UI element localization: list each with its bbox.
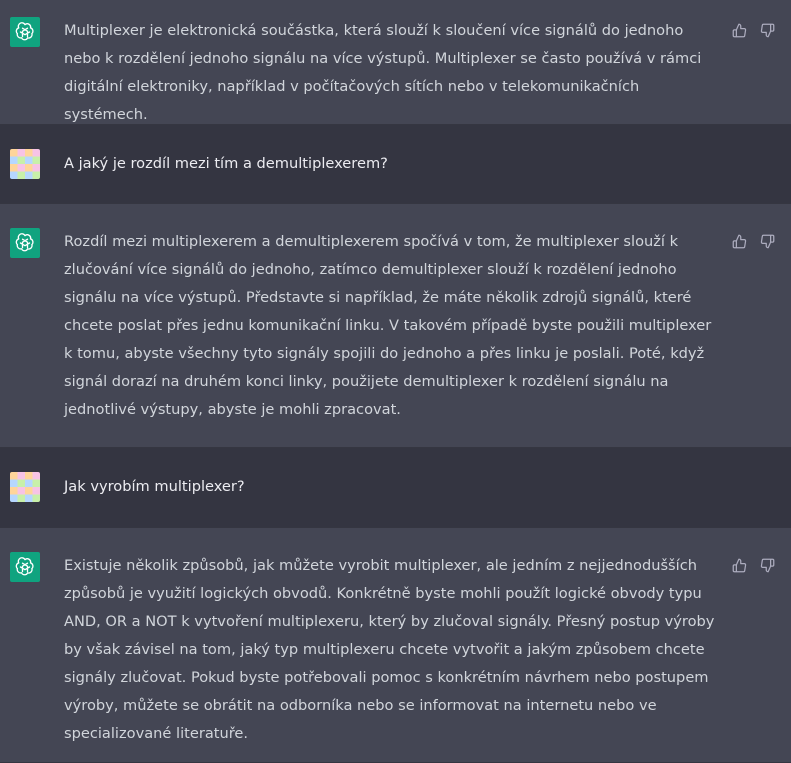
user-message: A jaký je rozdíl mezi tím a demultiplexe… <box>0 125 791 204</box>
thumbs-down-icon[interactable] <box>759 233 775 249</box>
thumbs-down-icon[interactable] <box>759 22 775 38</box>
message-text: Rozdíl mezi multiplexerem a demultiplexe… <box>64 233 712 418</box>
assistant-message: Existuje několik způsobů, jak můžete vyr… <box>0 528 791 763</box>
openai-logo-icon <box>10 552 40 582</box>
thumbs-up-icon[interactable] <box>731 557 747 573</box>
user-message: Jak vyrobím multiplexer? <box>0 448 791 528</box>
message-text: A jaký je rozdíl mezi tím a demultiplexe… <box>64 155 388 172</box>
openai-logo-icon <box>10 228 40 258</box>
message-text: Multiplexer je elektronická součástka, k… <box>64 22 702 123</box>
message-text: Jak vyrobím multiplexer? <box>64 478 245 495</box>
thumbs-up-icon[interactable] <box>731 233 747 249</box>
user-avatar <box>10 149 40 179</box>
thumbs-up-icon[interactable] <box>731 22 747 38</box>
message-text: Existuje několik způsobů, jak můžete vyr… <box>64 557 715 742</box>
chat-thread: Multiplexer je elektronická součástka, k… <box>0 0 791 763</box>
user-avatar <box>10 472 40 502</box>
openai-logo-icon <box>10 17 40 47</box>
message-actions <box>731 22 775 38</box>
assistant-message: Rozdíl mezi multiplexerem a demultiplexe… <box>0 204 791 448</box>
thumbs-down-icon[interactable] <box>759 557 775 573</box>
assistant-message: Multiplexer je elektronická součástka, k… <box>0 0 791 125</box>
message-actions <box>731 557 775 573</box>
message-actions <box>731 233 775 249</box>
